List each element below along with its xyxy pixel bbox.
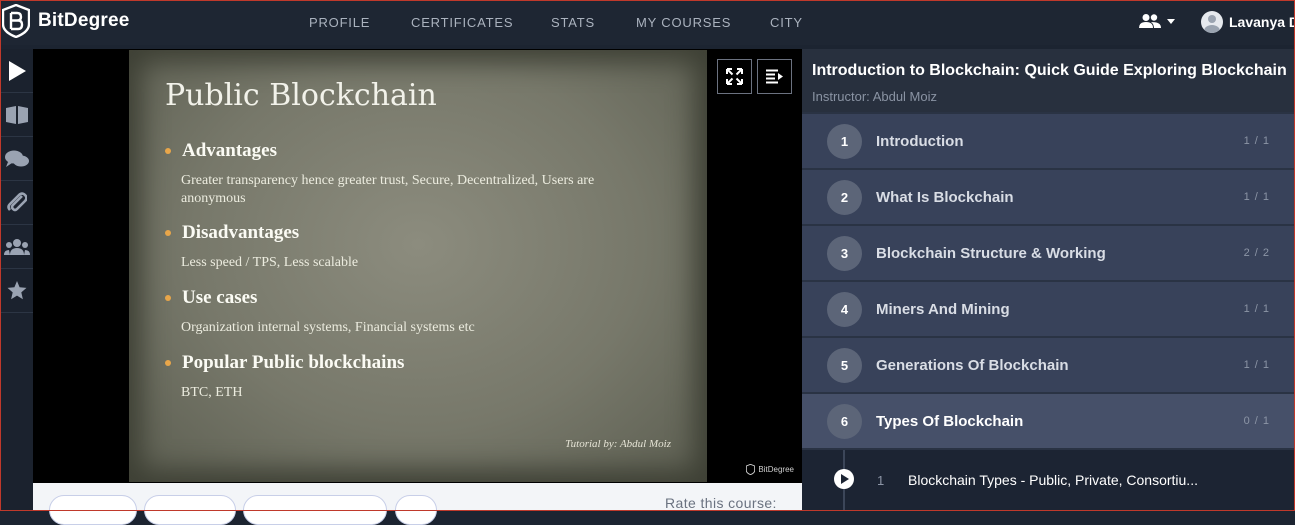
chat-icon bbox=[4, 150, 29, 167]
video-player[interactable]: Public Blockchain Advantages Greater tra… bbox=[33, 49, 802, 483]
avatar bbox=[1201, 11, 1223, 33]
star-icon bbox=[7, 281, 26, 300]
students-tab-button[interactable] bbox=[243, 495, 387, 525]
lesson-toolbar: Rate this course: bbox=[33, 483, 802, 525]
chapter-item[interactable]: 4 Miners And Mining 1 / 1 bbox=[802, 282, 1295, 337]
resources-tab-button[interactable] bbox=[144, 495, 236, 525]
bitdegree-watermark: BitDegree bbox=[746, 464, 794, 475]
nav-city[interactable]: CITY bbox=[770, 15, 803, 30]
users-icon bbox=[1139, 14, 1161, 28]
nav-stats[interactable]: STATS bbox=[551, 15, 595, 30]
chapter-number: 2 bbox=[827, 180, 862, 215]
brand-logo[interactable]: BitDegree bbox=[2, 4, 130, 38]
chapter-title: Generations Of Blockchain bbox=[876, 357, 1069, 374]
course-header: Introduction to Blockchain: Quick Guide … bbox=[802, 49, 1295, 112]
chapter-number: 6 bbox=[827, 404, 862, 439]
sidebar-community-button[interactable] bbox=[0, 225, 33, 269]
chapter-number: 3 bbox=[827, 236, 862, 271]
fullscreen-button[interactable] bbox=[717, 59, 752, 94]
slide-point-heading: Advantages bbox=[165, 140, 661, 162]
playlist-icon bbox=[766, 69, 783, 84]
sidebar-resources-button[interactable] bbox=[0, 181, 33, 225]
slide-point-text: Organization internal systems, Financial… bbox=[181, 320, 475, 335]
slide-point-heading: Use cases bbox=[165, 287, 661, 309]
chevron-down-icon bbox=[1167, 18, 1175, 24]
paperclip-icon bbox=[6, 191, 27, 211]
more-tab-button[interactable] bbox=[395, 495, 437, 525]
chapter-title: Blockchain Structure & Working bbox=[876, 245, 1106, 262]
slide-point-heading: Popular Public blockchains bbox=[165, 352, 661, 374]
slide-point: Use cases Organization internal systems,… bbox=[165, 287, 661, 337]
chapter-number: 5 bbox=[827, 348, 862, 383]
slide-point-text: Less speed / TPS, Less scalable bbox=[181, 255, 359, 270]
nav-my-courses[interactable]: MY COURSES bbox=[636, 15, 731, 30]
rate-course-label: Rate this course: bbox=[665, 495, 777, 511]
chapter-item[interactable]: 1 Introduction 1 / 1 bbox=[802, 114, 1295, 169]
notes-tab-button[interactable] bbox=[49, 495, 137, 525]
user-name: Lavanya D bbox=[1229, 14, 1295, 30]
bitdegree-shield-logo-icon bbox=[2, 4, 30, 38]
slide-credit: Tutorial by: Abdul Moiz bbox=[565, 438, 671, 450]
watermark-text: BitDegree bbox=[758, 465, 794, 474]
expand-icon bbox=[726, 68, 743, 85]
sidebar-video-button[interactable] bbox=[0, 49, 33, 93]
chapter-item[interactable]: 5 Generations Of Blockchain 1 / 1 bbox=[802, 338, 1295, 393]
chapter-progress: 1 / 1 bbox=[1243, 135, 1270, 147]
chapter-item[interactable]: 2 What Is Blockchain 1 / 1 bbox=[802, 170, 1295, 225]
brand-name: BitDegree bbox=[38, 10, 130, 31]
sidebar-curriculum-button[interactable] bbox=[0, 93, 33, 137]
course-outline-panel: Introduction to Blockchain: Quick Guide … bbox=[802, 49, 1295, 511]
lesson-title: Blockchain Types - Public, Private, Cons… bbox=[908, 472, 1198, 488]
sidebar-discussion-button[interactable] bbox=[0, 137, 33, 181]
slide-point: Advantages Greater transparency hence gr… bbox=[165, 140, 661, 208]
slide-point-text: BTC, ETH bbox=[181, 385, 243, 400]
chapter-item-active[interactable]: 6 Types Of Blockchain 0 / 1 bbox=[802, 394, 1295, 449]
chapter-title: Types Of Blockchain bbox=[876, 413, 1024, 430]
play-icon bbox=[840, 474, 849, 484]
chapter-item[interactable]: 3 Blockchain Structure & Working 2 / 2 bbox=[802, 226, 1295, 281]
chapter-progress: 0 / 1 bbox=[1243, 415, 1270, 427]
lesson-number: 1 bbox=[877, 473, 885, 488]
book-icon bbox=[5, 105, 28, 124]
slide-point: Popular Public blockchains BTC, ETH bbox=[165, 352, 661, 402]
top-navbar: BitDegree PROFILE CERTIFICATES STATS MY … bbox=[0, 0, 1295, 45]
chapter-title: What Is Blockchain bbox=[876, 189, 1014, 206]
slide-point: Disadvantages Less speed / TPS, Less sca… bbox=[165, 222, 661, 272]
chapter-progress: 2 / 2 bbox=[1243, 247, 1270, 259]
user-menu[interactable]: Lavanya D bbox=[1201, 11, 1295, 33]
slide-point-text: Greater transparency hence greater trust… bbox=[181, 173, 595, 206]
chapter-progress: 1 / 1 bbox=[1243, 359, 1270, 371]
toggle-playlist-button[interactable] bbox=[757, 59, 792, 94]
chapter-number: 4 bbox=[827, 292, 862, 327]
nav-profile[interactable]: PROFILE bbox=[309, 15, 370, 30]
course-title: Introduction to Blockchain: Quick Guide … bbox=[812, 62, 1287, 79]
chapter-title: Introduction bbox=[876, 133, 964, 150]
group-icon bbox=[3, 238, 30, 255]
lecture-slide: Public Blockchain Advantages Greater tra… bbox=[129, 50, 707, 482]
slide-title: Public Blockchain bbox=[165, 78, 437, 113]
play-icon bbox=[8, 60, 26, 81]
chapter-number: 1 bbox=[827, 124, 862, 159]
lesson-item-active[interactable]: 1 Blockchain Types - Public, Private, Co… bbox=[802, 450, 1295, 511]
users-dropdown[interactable] bbox=[1139, 13, 1175, 29]
chapter-progress: 1 / 1 bbox=[1243, 303, 1270, 315]
chapter-title: Miners And Mining bbox=[876, 301, 1010, 318]
chapter-progress: 1 / 1 bbox=[1243, 191, 1270, 203]
left-sidebar bbox=[0, 49, 33, 511]
slide-point-heading: Disadvantages bbox=[165, 222, 661, 244]
sidebar-reviews-button[interactable] bbox=[0, 269, 33, 313]
course-instructor: Instructor: Abdul Moiz bbox=[812, 89, 937, 104]
lesson-play-button[interactable] bbox=[834, 469, 854, 489]
bitdegree-shield-logo-icon bbox=[746, 464, 756, 475]
nav-certificates[interactable]: CERTIFICATES bbox=[411, 15, 513, 30]
